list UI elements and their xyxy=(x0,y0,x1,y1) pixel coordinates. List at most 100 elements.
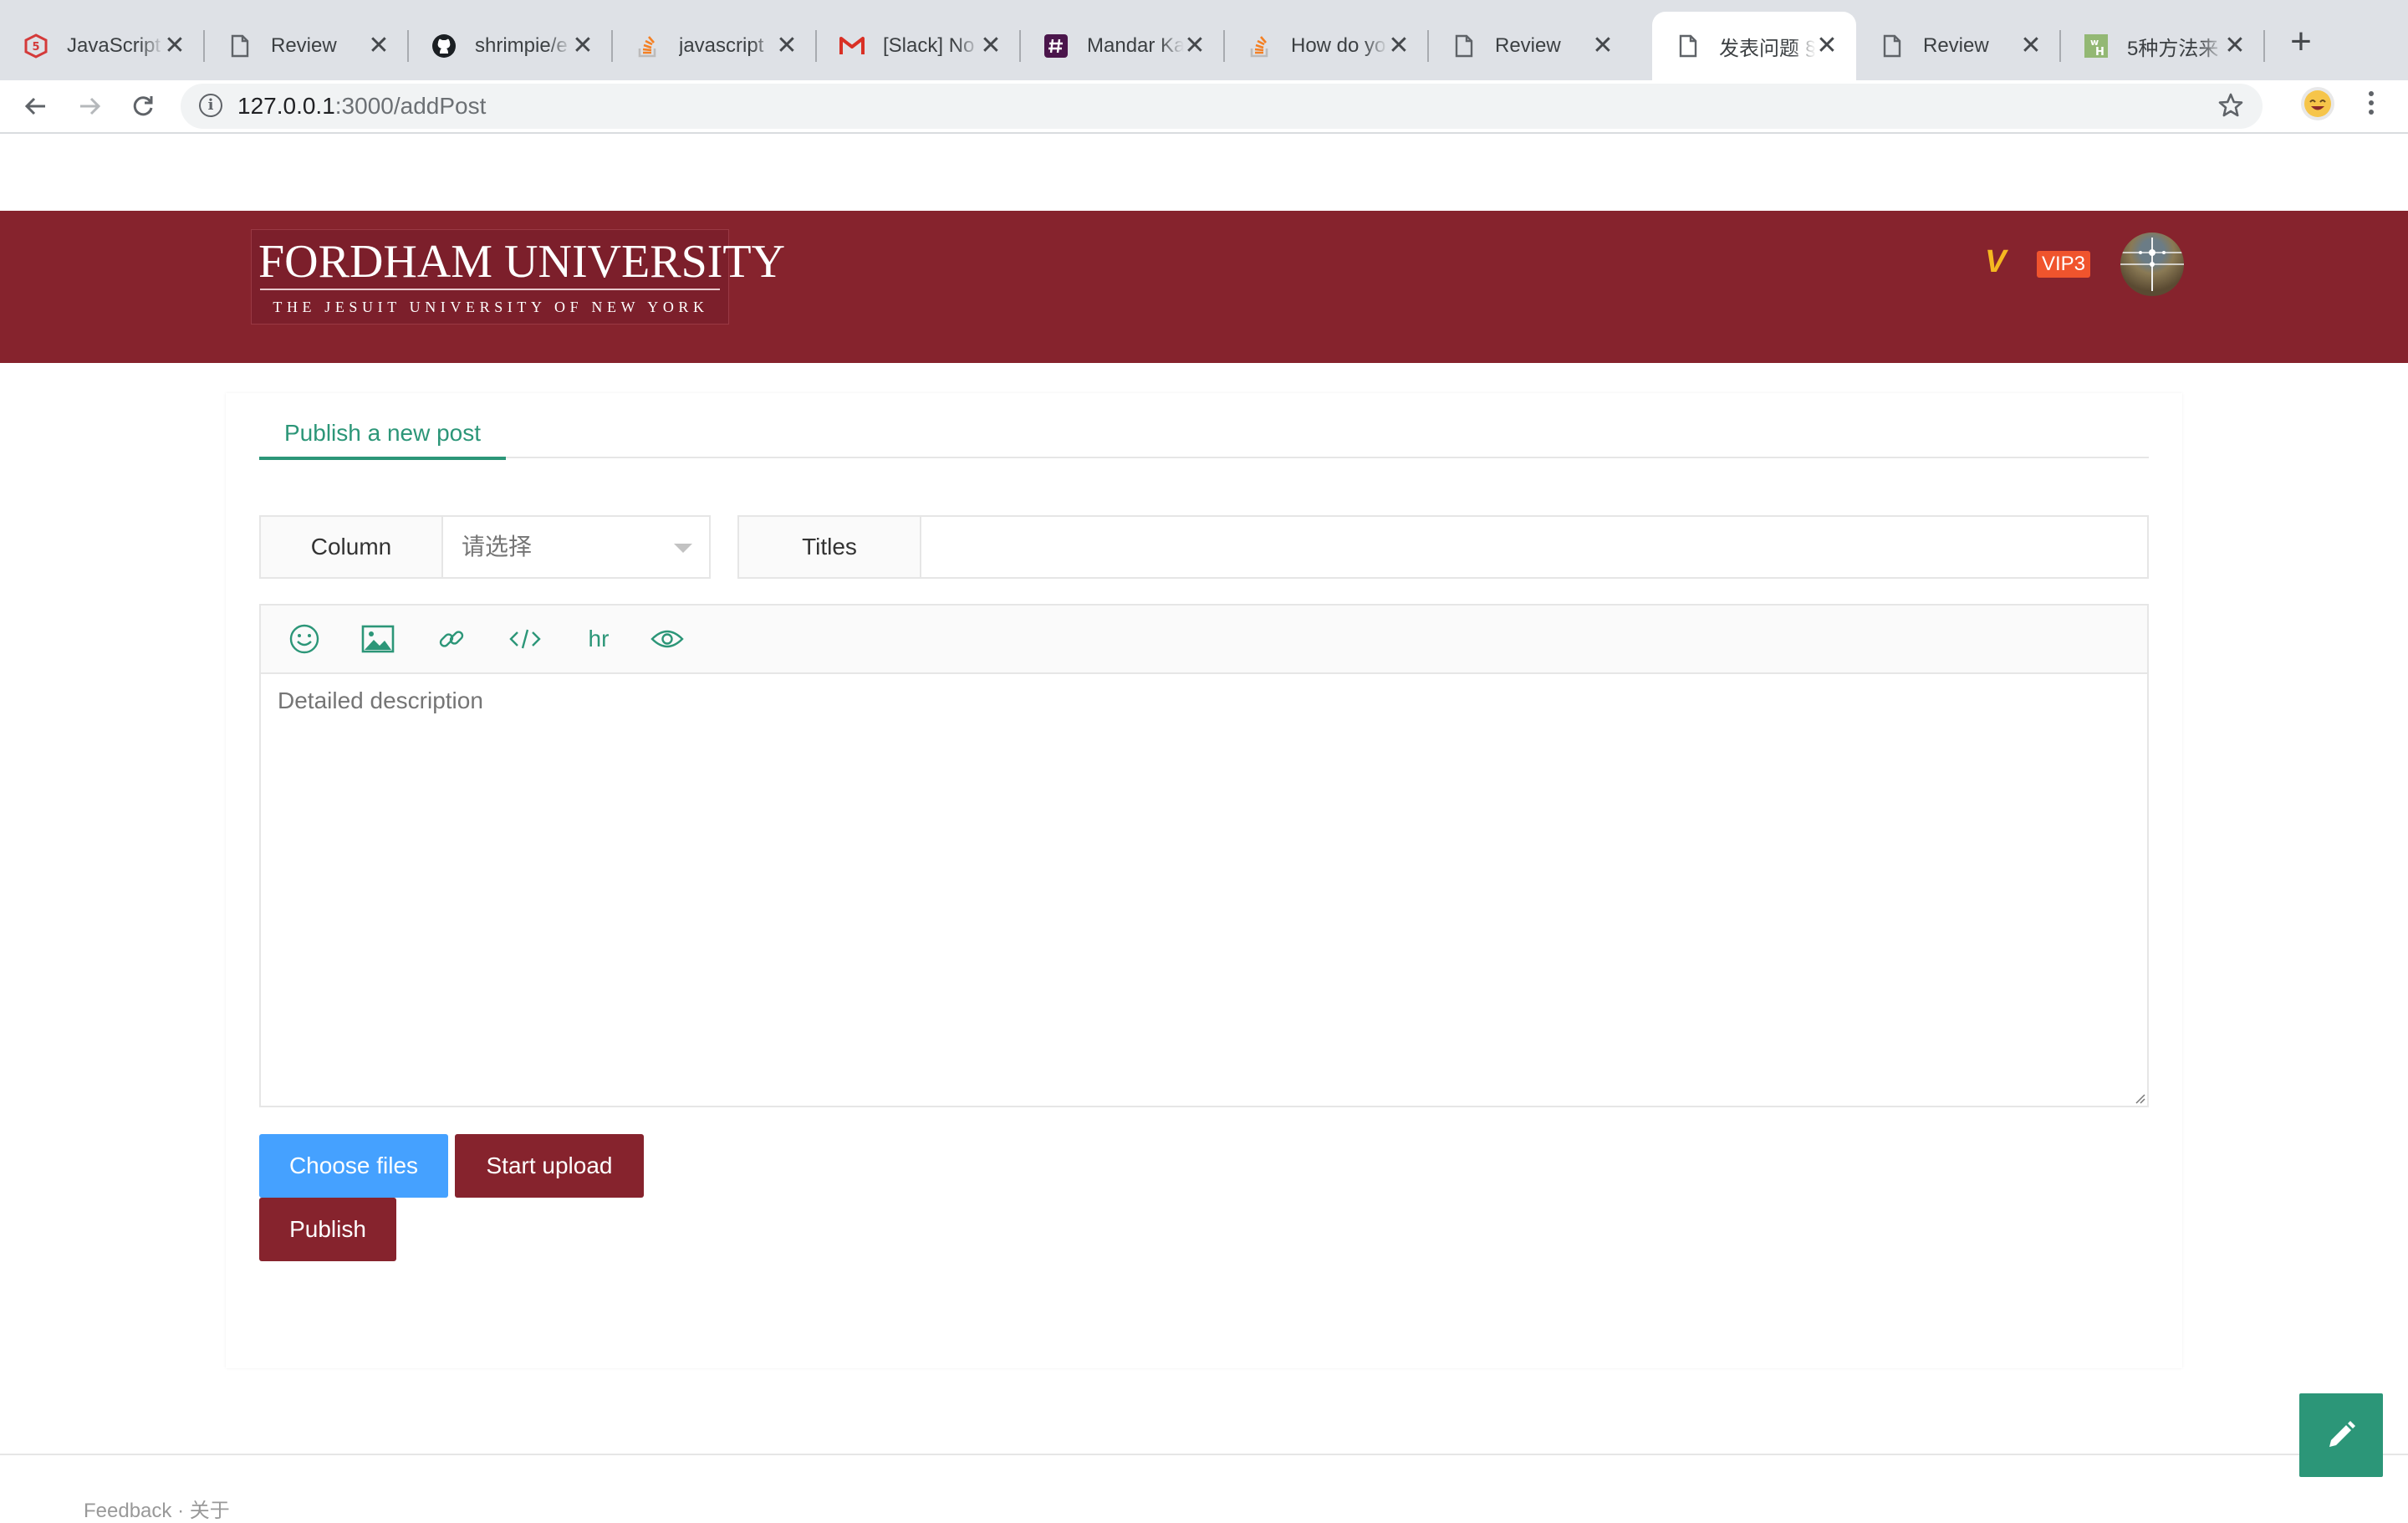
arrow-right-icon xyxy=(80,97,101,115)
url-host: 127.0.0.1 xyxy=(237,93,335,119)
arrow-left-icon xyxy=(24,97,45,115)
browser-menu-icon[interactable] xyxy=(2365,87,2378,124)
fordham-logo[interactable]: FORDHAM UNIVERSITY THE JESUIT UNIVERSITY… xyxy=(251,229,786,325)
tab-title: Review xyxy=(1495,34,1561,57)
browser-tab[interactable]: How do yo ✕ xyxy=(1224,12,1429,80)
column-select[interactable]: 请选择 xyxy=(443,515,711,579)
close-icon[interactable]: ✕ xyxy=(1184,33,1206,59)
svg-text:H: H xyxy=(2095,46,2104,59)
resize-grip-icon[interactable] xyxy=(2132,1091,2145,1104)
close-icon[interactable]: ✕ xyxy=(776,33,798,59)
close-icon[interactable]: ✕ xyxy=(572,33,594,59)
page-icon xyxy=(1880,33,1905,59)
tab-title: shrimpie/e xyxy=(475,34,568,57)
column-field: Column 请选择 xyxy=(259,515,711,579)
star-icon[interactable] xyxy=(2217,92,2244,123)
card-tab-strip: Publish a new post xyxy=(259,417,2149,460)
close-icon[interactable]: ✕ xyxy=(2020,33,2042,59)
tab-title: Review xyxy=(271,34,337,57)
publish-post-card: Publish a new post Column 请选择 Titles hr xyxy=(226,393,2182,1368)
browser-tab-active[interactable]: 发表问题 § ✕ xyxy=(1652,12,1856,80)
back-button[interactable] xyxy=(17,87,55,125)
close-icon[interactable]: ✕ xyxy=(980,33,1002,59)
page-icon xyxy=(227,33,253,59)
browser-tab[interactable]: 5 JavaScript ✕ xyxy=(0,12,205,80)
browser-tab[interactable]: shrimpie/e ✕ xyxy=(408,12,613,80)
tab-title: [Slack] No xyxy=(883,34,975,57)
profile-emoji-icon[interactable] xyxy=(2301,87,2334,120)
close-icon[interactable]: ✕ xyxy=(1388,33,1410,59)
tab-title: javascript xyxy=(679,34,764,57)
browser-tab[interactable]: Review ✕ xyxy=(1428,12,1632,80)
titles-input-box xyxy=(921,515,2149,579)
tab-title: 5种方法来 xyxy=(2127,37,2219,60)
wikihow-icon: wH xyxy=(2084,33,2109,59)
tab-title: JavaScript xyxy=(67,34,161,57)
choose-files-button[interactable]: Choose files xyxy=(259,1134,448,1198)
close-icon[interactable]: ✕ xyxy=(368,33,390,59)
footer-links[interactable]: Feedback · 关于 xyxy=(84,1494,230,1523)
titles-input[interactable] xyxy=(921,517,2147,577)
column-label: Column xyxy=(259,515,443,579)
image-icon[interactable] xyxy=(360,621,396,657)
description-editor xyxy=(259,672,2149,1107)
code-icon[interactable] xyxy=(507,621,543,657)
tab-title: Review xyxy=(1923,34,1989,57)
user-avatar[interactable] xyxy=(2120,233,2184,296)
browser-tab[interactable]: wH 5种方法来 ✕ xyxy=(2060,12,2265,80)
github-icon xyxy=(431,33,457,59)
browser-tab[interactable]: Mandar Ka ✕ xyxy=(1020,12,1225,80)
tab-publish-new-post[interactable]: Publish a new post xyxy=(259,417,507,460)
tab-title: How do yo xyxy=(1291,34,1386,57)
close-icon[interactable]: ✕ xyxy=(2224,33,2246,59)
start-upload-button[interactable]: Start upload xyxy=(455,1134,644,1198)
tab-divider xyxy=(2263,30,2265,62)
new-tab-button[interactable]: + xyxy=(2284,23,2318,60)
forward-button[interactable] xyxy=(70,87,109,125)
gmail-icon xyxy=(839,33,865,59)
logo-tagline: THE JESUIT UNIVERSITY OF NEW YORK xyxy=(273,299,709,315)
browser-tab[interactable]: Review ✕ xyxy=(204,12,409,80)
smiley-icon[interactable] xyxy=(286,621,323,657)
browser-tab[interactable]: javascript ✕ xyxy=(612,12,817,80)
close-icon[interactable]: ✕ xyxy=(164,33,186,59)
footer-divider xyxy=(0,1454,2408,1455)
link-icon[interactable] xyxy=(433,621,470,657)
page-icon xyxy=(1676,33,1701,59)
browser-tab[interactable]: [Slack] No ✕ xyxy=(816,12,1021,80)
logo-wordmark: FORDHAM UNIVERSITY xyxy=(258,236,786,288)
address-bar[interactable]: i 127.0.0.1:3000/addPost xyxy=(181,84,2263,129)
editor-toolbar: hr xyxy=(259,604,2149,674)
stackoverflow-icon xyxy=(635,33,661,59)
pencil-icon xyxy=(2329,1421,2355,1447)
reload-icon xyxy=(133,96,153,116)
reload-button[interactable] xyxy=(124,87,162,125)
tab-title: Mandar Ka xyxy=(1087,34,1184,57)
publish-button[interactable]: Publish xyxy=(259,1198,396,1261)
url-path: :3000/addPost xyxy=(334,93,487,119)
eye-icon[interactable] xyxy=(649,621,686,657)
url-text[interactable]: 127.0.0.1:3000/addPost xyxy=(237,94,486,119)
close-icon[interactable]: ✕ xyxy=(1592,33,1614,59)
description-textarea[interactable] xyxy=(261,674,2147,1106)
browser-tab[interactable]: Review ✕ xyxy=(1856,12,2061,80)
titles-label: Titles xyxy=(737,515,921,579)
column-select-value: 请选择 xyxy=(462,534,533,560)
info-icon[interactable]: i xyxy=(199,94,222,117)
browser-toolbar: i 127.0.0.1:3000/addPost xyxy=(0,80,2408,134)
close-icon[interactable]: ✕ xyxy=(1816,33,1838,59)
caret-down-icon xyxy=(674,544,692,553)
logo-rule xyxy=(260,289,720,290)
site-header: FORDHAM UNIVERSITY THE JESUIT UNIVERSITY… xyxy=(0,211,2408,363)
javascript-site-icon: 5 xyxy=(23,33,48,59)
hr-label: hr xyxy=(588,626,610,652)
tab-title: 发表问题 § xyxy=(1719,37,1816,60)
horizontal-rule-button[interactable]: hr xyxy=(580,621,617,657)
vip-level-badge[interactable]: VIP3 xyxy=(2037,251,2091,278)
page-icon xyxy=(1451,33,1477,59)
svg-text:5: 5 xyxy=(32,41,39,54)
vip-icon[interactable]: V xyxy=(1985,244,2006,280)
stackoverflow-icon xyxy=(1247,33,1273,59)
browser-tab-strip: 5 JavaScript ✕ Review ✕ shrimpie/e ✕ jav… xyxy=(0,0,2408,80)
compose-fab-button[interactable] xyxy=(2299,1393,2383,1477)
